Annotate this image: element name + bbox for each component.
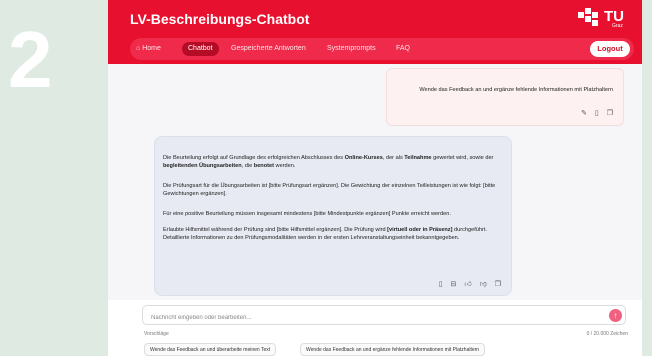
- nav-home-label: Home: [142, 45, 161, 52]
- nav-home[interactable]: ⌂ Home: [136, 42, 161, 56]
- left-side-panel: 2: [0, 0, 108, 356]
- tu-graz-logo: TU Graz: [578, 8, 628, 30]
- nav-systemprompts[interactable]: Systemprompts: [327, 42, 376, 56]
- user-message-bubble: Wende das Feedback an und ergänze fehlen…: [386, 68, 624, 126]
- suggestion-chip[interactable]: Wende das Feedback an und ergänze fehlen…: [300, 343, 486, 356]
- step-number: 2: [8, 15, 53, 104]
- char-count: 0 / 20.000 Zeichen: [586, 331, 628, 337]
- bot-message-bubble: Die Beurteilung erfolgt auf Grundlage de…: [154, 136, 512, 296]
- app-title: LV-Beschreibungs-Chatbot: [130, 11, 310, 27]
- bot-message-actions: ▯ ⊟ 👍︎ 👎︎ ❐: [433, 279, 501, 288]
- user-message-actions: ✎ ▯ ❐: [575, 109, 613, 117]
- logout-button[interactable]: Logout: [590, 41, 630, 57]
- home-icon: ⌂: [136, 45, 141, 52]
- save-icon[interactable]: ⊟: [451, 281, 457, 288]
- bot-paragraph-2: Die Prüfungsart für die Übungsarbeiten i…: [163, 183, 496, 197]
- nav-chatbot[interactable]: Chatbot: [182, 42, 219, 56]
- logo-subtext: Graz: [612, 23, 623, 29]
- nav-saved-answers[interactable]: Gespeicherte Antworten: [231, 42, 306, 56]
- thumbs-down-icon[interactable]: 👎︎: [480, 281, 487, 288]
- input-area: ↑ Vorschläge 0 / 20.000 Zeichen Wende da…: [108, 300, 642, 356]
- right-side-panel: [642, 0, 652, 356]
- arrow-up-icon: ↑: [613, 311, 618, 320]
- message-input[interactable]: [143, 309, 583, 327]
- delete-icon[interactable]: ▯: [439, 281, 443, 288]
- message-input-box: ↑: [142, 305, 626, 327]
- suggestions-label: Vorschläge: [144, 331, 169, 337]
- edit-icon[interactable]: ✎: [581, 110, 587, 117]
- chat-area: Wende das Feedback an und ergänze fehlen…: [108, 64, 642, 300]
- thumbs-up-icon[interactable]: 👍︎: [464, 281, 471, 288]
- send-button[interactable]: ↑: [609, 309, 622, 322]
- bot-paragraph-1: Die Beurteilung erfolgt auf Grundlage de…: [163, 155, 494, 169]
- app-header: LV-Beschreibungs-Chatbot TU Graz ⌂ Home …: [108, 0, 642, 64]
- bot-paragraph-4: Erlaubte Hilfsmittel während der Prüfung…: [163, 227, 487, 241]
- user-message-text: Wende das Feedback an und ergänze fehlen…: [419, 87, 613, 93]
- main-nav: ⌂ Home Chatbot Gespeicherte Antworten Sy…: [130, 38, 634, 60]
- copy-icon[interactable]: ❐: [495, 281, 501, 288]
- nav-faq[interactable]: FAQ: [396, 42, 410, 56]
- suggestion-chip[interactable]: Wende das Feedback an und überarbeite me…: [144, 343, 277, 356]
- app-window: LV-Beschreibungs-Chatbot TU Graz ⌂ Home …: [108, 0, 642, 356]
- bot-paragraph-3: Für eine positive Beurteilung müssen ins…: [163, 211, 451, 217]
- delete-icon[interactable]: ▯: [595, 110, 599, 117]
- copy-icon[interactable]: ❐: [607, 110, 613, 117]
